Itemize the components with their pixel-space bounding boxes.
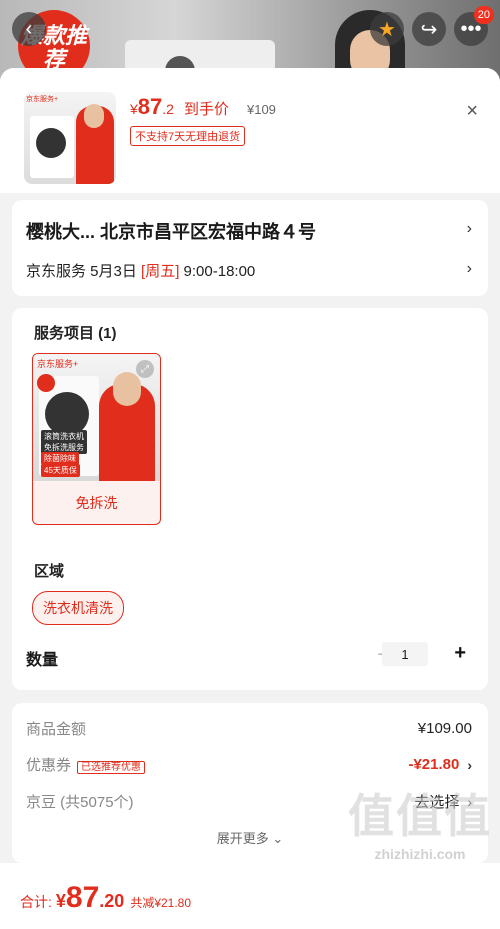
region-section-title: 区域 xyxy=(34,563,65,580)
region-option-chip[interactable]: 洗衣机清洗 xyxy=(32,591,124,625)
thumb-tag: 京东服务+ xyxy=(26,96,59,103)
watermark-glyphs: 值值值 xyxy=(348,790,492,842)
thumb-washer-door xyxy=(36,128,66,158)
favorite-button[interactable]: ★ xyxy=(370,12,404,46)
goods-amount-row: 商品金额 ¥109.00 xyxy=(26,718,472,739)
service-section-title: 服务项目 (1) xyxy=(34,325,117,342)
expand-image-icon[interactable]: ⤢ xyxy=(136,360,154,378)
svc-image-tag: 京东服务+ xyxy=(37,359,79,369)
watermark-url: zhizhizhi.com xyxy=(374,846,466,862)
coupon-row[interactable]: 优惠券 已选推荐优惠 -¥21.80 › xyxy=(26,754,472,775)
share-icon: ↪ xyxy=(420,18,438,41)
coupon-value: -¥21.80 xyxy=(408,756,460,773)
coupon-chevron-icon: › xyxy=(467,756,472,773)
price-row: ¥87.2 到手价 ¥109 xyxy=(130,94,276,120)
site-watermark: 值值值 zhizhizhi.com xyxy=(348,780,492,862)
sheet-header: 京东服务+ ¥87.2 到手价 ¥109 不支持7天无理由退货 × xyxy=(0,68,500,193)
no-return-badge: 不支持7天无理由退货 xyxy=(130,126,246,146)
cart-count-badge: 20 xyxy=(473,6,494,24)
service-time-chevron-icon[interactable]: › xyxy=(467,260,472,278)
original-price: ¥109 xyxy=(246,102,276,117)
beans-label: 京豆 (共5075个) xyxy=(26,794,134,811)
share-button[interactable]: ↪ xyxy=(412,12,446,46)
svc-hot-badge xyxy=(37,374,55,392)
goods-amount-label: 商品金额 xyxy=(26,721,87,738)
address-chevron-icon[interactable]: › xyxy=(467,220,472,238)
total-label: 合计: xyxy=(20,894,52,910)
price-decimal: .2 xyxy=(162,101,174,117)
total-saved: 共减¥21.80 xyxy=(130,896,192,910)
service-weekday: [周五] xyxy=(141,263,180,280)
checkout-footer: 合计: ¥ 87 .20 共减¥21.80 xyxy=(0,863,500,929)
service-option-image: 京东服务+ 滚筒洗衣机 免拆洗服务 除菌除味 45天质保 ⤢ xyxy=(33,354,160,481)
back-button[interactable]: ‹ xyxy=(12,12,46,46)
service-date: 京东服务 5月3日 xyxy=(26,263,142,280)
total-currency: ¥ xyxy=(55,891,66,911)
total-price: 合计: ¥ 87 .20 共减¥21.80 xyxy=(20,881,191,915)
service-option-mianchaixi[interactable]: 京东服务+ 滚筒洗衣机 免拆洗服务 除菌除味 45天质保 ⤢ 免拆洗 xyxy=(32,353,161,525)
price-currency: ¥ xyxy=(130,101,138,117)
product-thumbnail: 京东服务+ xyxy=(24,92,116,184)
price-label: 到手价 xyxy=(183,101,229,118)
delivery-address[interactable]: 樱桃大... 北京市昌平区宏福中路４号 xyxy=(26,218,316,244)
star-icon: ★ xyxy=(378,18,396,41)
total-decimal: .20 xyxy=(99,891,125,911)
options-card: 服务项目 (1) 京东服务+ 滚筒洗衣机 免拆洗服务 除菌除味 45天质保 ⤢ … xyxy=(12,308,488,690)
coupon-label: 优惠券 xyxy=(26,757,72,774)
quantity-input[interactable]: 1 xyxy=(382,642,428,666)
quantity-plus-button[interactable]: + xyxy=(454,642,466,665)
svc-pill-4: 45天质保 xyxy=(41,464,80,477)
close-button[interactable]: × xyxy=(466,100,478,123)
thumb-model-face xyxy=(84,104,104,128)
address-card: 樱桃大... 北京市昌平区宏福中路４号 › 京东服务 5月3日 [周五] 9:0… xyxy=(12,200,488,296)
service-option-name: 免拆洗 xyxy=(75,495,118,511)
quantity-label: 数量 xyxy=(26,652,59,669)
service-time[interactable]: 京东服务 5月3日 [周五] 9:00-18:00 xyxy=(26,260,255,281)
back-icon: ‹ xyxy=(25,17,33,40)
close-icon: × xyxy=(466,100,478,122)
coupon-tag: 已选推荐优惠 xyxy=(77,761,146,774)
price-integer: 87 xyxy=(137,94,163,119)
svc-model-face xyxy=(113,372,141,406)
service-hours: 9:00-18:00 xyxy=(179,263,256,280)
goods-amount-value: ¥109.00 xyxy=(417,720,472,737)
total-integer: 87 xyxy=(65,881,100,914)
